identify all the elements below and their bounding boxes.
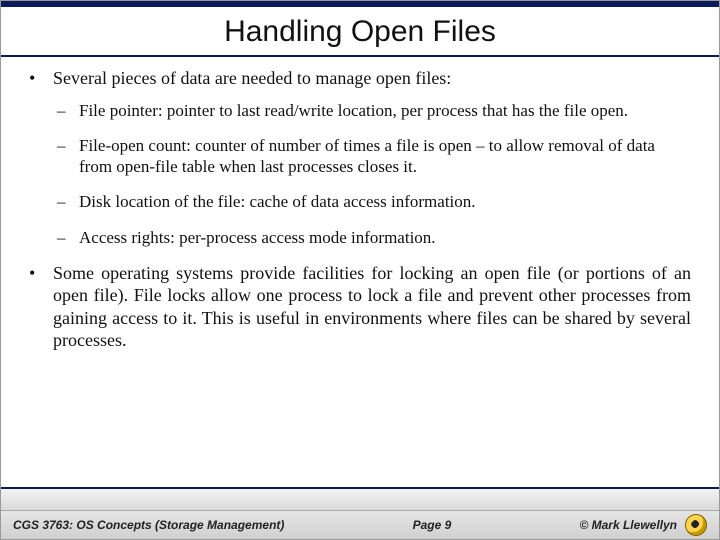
sub-bullet-text: Disk location of the file: cache of data… xyxy=(79,191,476,212)
footer-gradient xyxy=(1,489,719,511)
ucf-logo-icon xyxy=(685,514,707,536)
sub-bullet-item: – File-open count: counter of number of … xyxy=(57,135,691,178)
dash-glyph: – xyxy=(57,191,71,212)
sub-bullet-text: Access rights: per-process access mode i… xyxy=(79,227,436,248)
footer-copyright: © Mark Llewellyn xyxy=(579,518,677,532)
sub-desc: per-process access mode information. xyxy=(175,228,436,247)
footer-course: CGS 3763: OS Concepts (Storage Managemen… xyxy=(13,518,284,532)
dash-glyph: – xyxy=(57,135,71,178)
sub-term: File pointer: xyxy=(79,101,163,120)
sub-desc: pointer to last read/write location, per… xyxy=(163,101,628,120)
footer-page: Page 9 xyxy=(314,518,549,532)
footer: CGS 3763: OS Concepts (Storage Managemen… xyxy=(1,487,719,539)
sub-bullet-list: – File pointer: pointer to last read/wri… xyxy=(57,100,691,248)
sub-bullet-item: – Disk location of the file: cache of da… xyxy=(57,191,691,212)
sub-term: Access rights: xyxy=(79,228,175,247)
footer-right: © Mark Llewellyn xyxy=(579,514,707,536)
sub-term: File-open count: xyxy=(79,136,191,155)
bullet-glyph: • xyxy=(29,67,43,90)
dash-glyph: – xyxy=(57,227,71,248)
bullet-text: Some operating systems provide facilitie… xyxy=(53,262,691,352)
bullet-text: Several pieces of data are needed to man… xyxy=(53,67,451,90)
sub-bullet-item: – File pointer: pointer to last read/wri… xyxy=(57,100,691,121)
sub-desc: cache of data access information. xyxy=(245,192,475,211)
bullet-item: • Several pieces of data are needed to m… xyxy=(29,67,691,90)
footer-bar: CGS 3763: OS Concepts (Storage Managemen… xyxy=(1,511,719,539)
bullet-item: • Some operating systems provide facilit… xyxy=(29,262,691,352)
slide-body: • Several pieces of data are needed to m… xyxy=(1,57,719,487)
sub-bullet-item: – Access rights: per-process access mode… xyxy=(57,227,691,248)
sub-term: Disk location of the file: xyxy=(79,192,245,211)
slide: Handling Open Files • Several pieces of … xyxy=(0,0,720,540)
sub-bullet-text: File-open count: counter of number of ti… xyxy=(79,135,691,178)
slide-title: Handling Open Files xyxy=(1,7,719,55)
dash-glyph: – xyxy=(57,100,71,121)
bullet-glyph: • xyxy=(29,262,43,352)
sub-bullet-text: File pointer: pointer to last read/write… xyxy=(79,100,628,121)
